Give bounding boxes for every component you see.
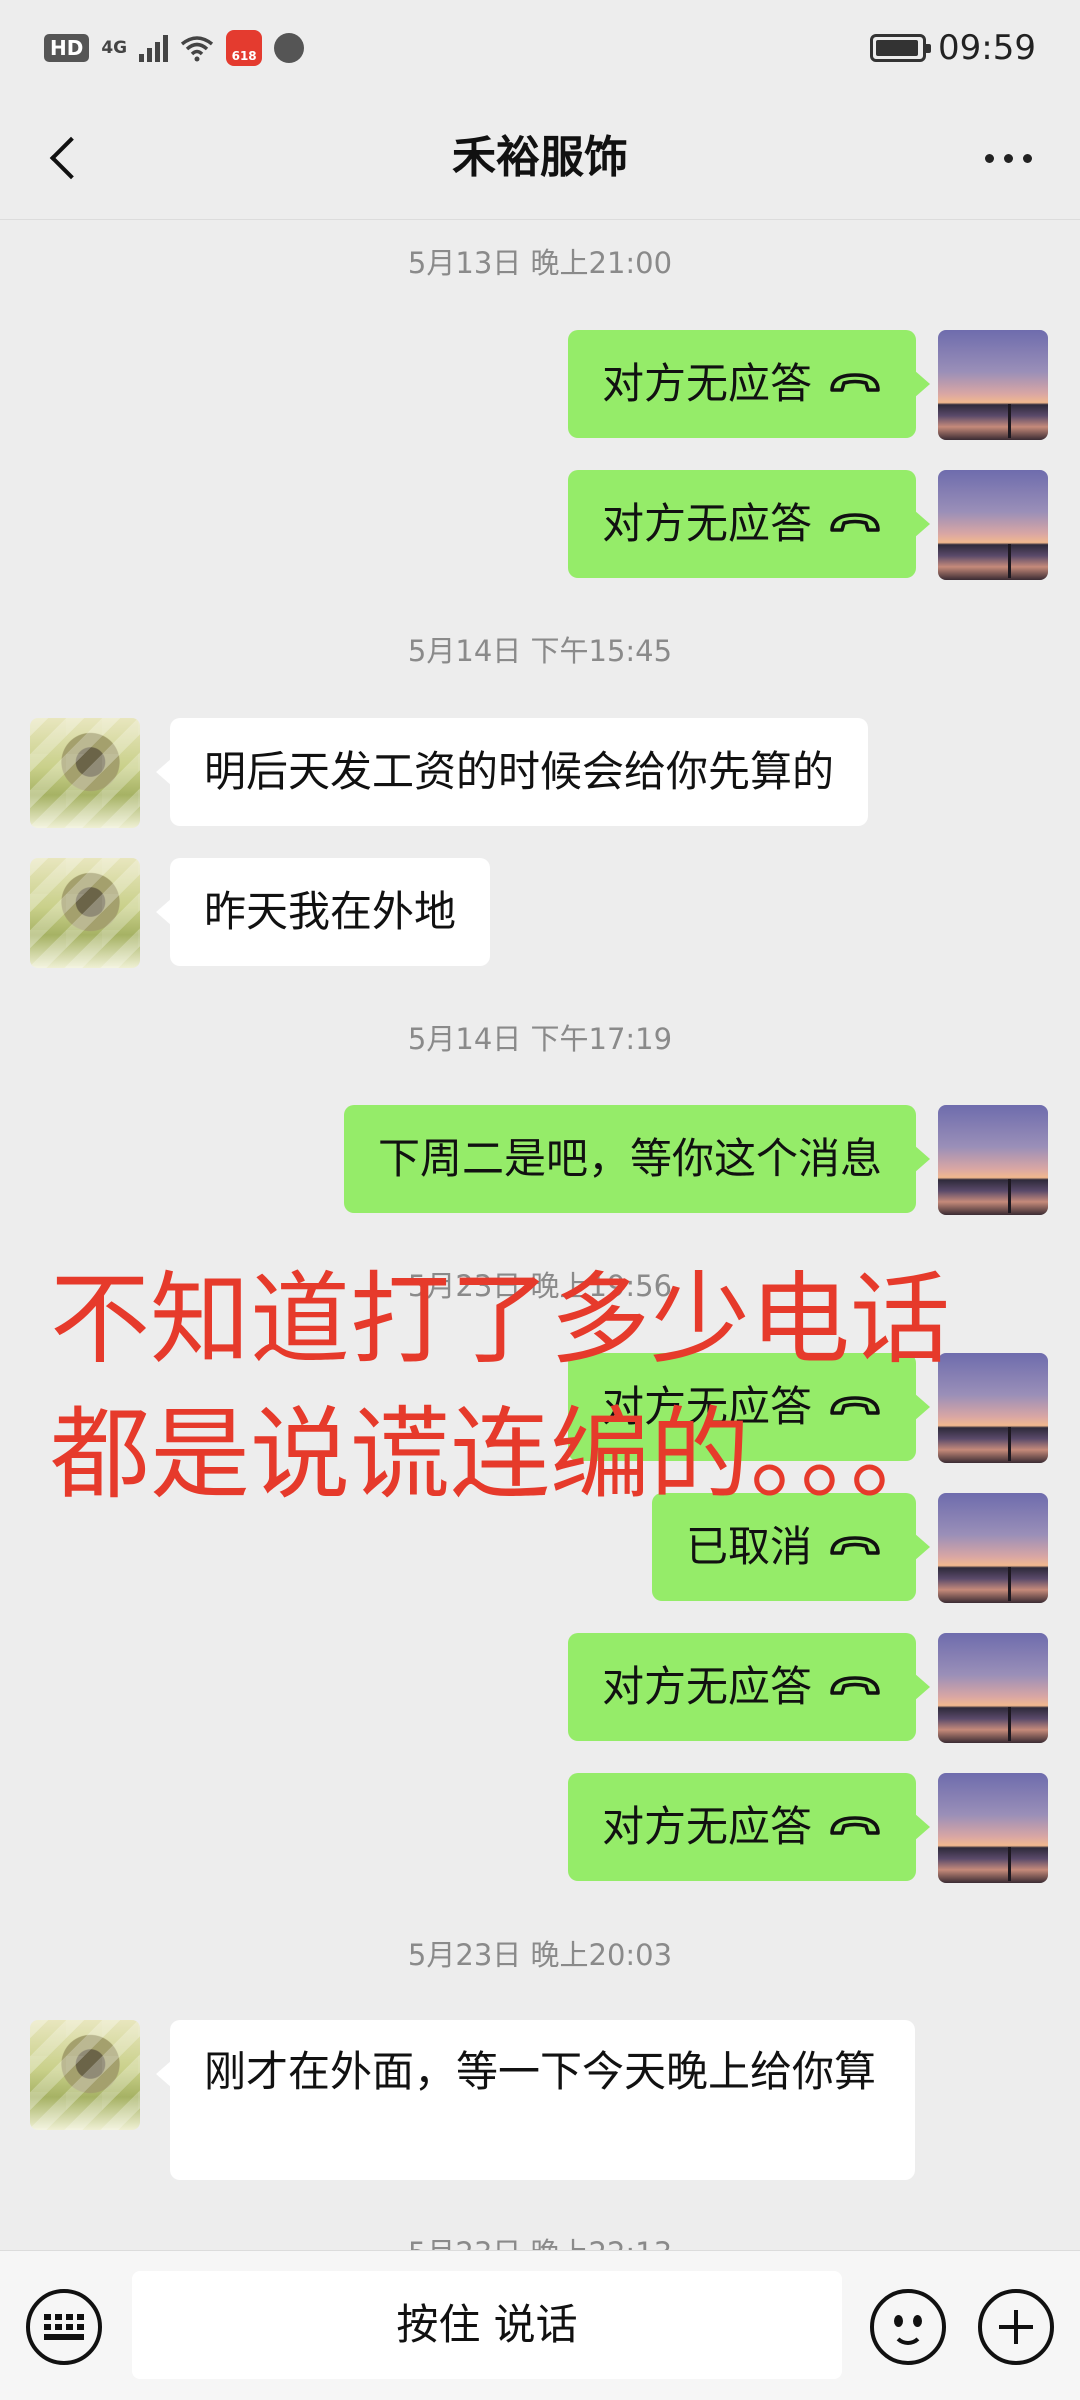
chat-header: 禾裕服饰: [0, 96, 1080, 220]
back-button[interactable]: [30, 122, 102, 194]
avatar-self[interactable]: [938, 470, 1048, 580]
text-message[interactable]: 明后天发工资的时候会给你先算的: [155, 718, 869, 826]
keyboard-button[interactable]: [26, 2289, 102, 2365]
avatar-self[interactable]: [938, 1353, 1048, 1463]
avatar-peer[interactable]: [30, 858, 140, 968]
phone-hangup-icon: [830, 1675, 880, 1695]
network-type: 4G: [101, 37, 128, 58]
signal-icon: [139, 34, 169, 62]
plus-button[interactable]: [978, 2289, 1054, 2365]
chevron-left-icon: [49, 136, 93, 180]
message-text: 已取消: [685, 1522, 812, 1571]
status-bar: HD 4G 618 09:59: [0, 0, 1080, 96]
call-message[interactable]: 对方无应答: [567, 1633, 931, 1741]
phone-hangup-icon: [830, 1815, 880, 1835]
more-button[interactable]: [970, 136, 1046, 180]
chat-title: 禾裕服饰: [452, 132, 628, 183]
timestamp: 5月13日 晚上21:00: [407, 246, 673, 280]
avatar-self[interactable]: [938, 330, 1048, 440]
text-message[interactable]: 刚才在外面，等一下今天晚上给你算: [156, 2020, 915, 2180]
more-dots-icon: [984, 153, 994, 163]
wifi-icon: [180, 34, 214, 62]
hd-indicator: HD: [44, 34, 90, 62]
call-message[interactable]: 对方无应答: [567, 470, 931, 578]
battery-icon: [870, 34, 932, 62]
message-text: 对方无应答: [601, 1382, 812, 1431]
message-list[interactable]: 5月13日 晚上21:00 对方无应答 对方无应答 5月14日 下午15:45 …: [0, 220, 1080, 2250]
timestamp: 5月23日 晚上20:03: [407, 1938, 673, 1972]
message-text: 对方无应答: [601, 499, 812, 548]
timestamp: 5月14日 下午15:45: [407, 634, 673, 668]
text-message[interactable]: 昨天我在外地: [155, 858, 491, 966]
avatar-self[interactable]: [938, 1633, 1048, 1743]
message-text: 对方无应答: [601, 1662, 812, 1711]
avatar-self[interactable]: [938, 1493, 1048, 1603]
call-message[interactable]: 已取消: [651, 1493, 931, 1601]
emoji-button[interactable]: [870, 2289, 946, 2365]
phone-hangup-icon: [830, 372, 880, 392]
call-message[interactable]: 对方无应答: [567, 1773, 931, 1881]
timestamp: 5月14日 下午17:19: [407, 1022, 673, 1056]
phone-hangup-icon: [830, 1395, 880, 1415]
message-text: 对方无应答: [601, 359, 812, 408]
hold-to-talk-button[interactable]: 按住 说话: [132, 2271, 842, 2379]
timestamp: 5月23日 晚上19:56: [407, 1269, 673, 1303]
avatar-self[interactable]: [938, 1773, 1048, 1883]
keyboard-icon: [44, 2314, 84, 2340]
timestamp: 5月23日 晚上22:13: [0, 2230, 1080, 2250]
message-text: 对方无应答: [601, 1802, 812, 1851]
avatar-peer[interactable]: [30, 2020, 140, 2130]
text-message[interactable]: 下周二是吧，等你这个消息: [343, 1105, 931, 1213]
app-notification-icon: 618: [226, 30, 263, 66]
avatar-self[interactable]: [938, 1105, 1048, 1215]
phone-hangup-icon: [830, 1535, 880, 1555]
phone-hangup-icon: [830, 512, 880, 532]
call-message[interactable]: 对方无应答: [567, 1353, 931, 1461]
input-bar: 按住 说话: [0, 2250, 1080, 2400]
call-message[interactable]: 对方无应答: [567, 330, 931, 438]
clock: 09:59: [938, 28, 1036, 68]
avatar-peer[interactable]: [30, 718, 140, 828]
notification-dot-icon: [274, 33, 305, 63]
